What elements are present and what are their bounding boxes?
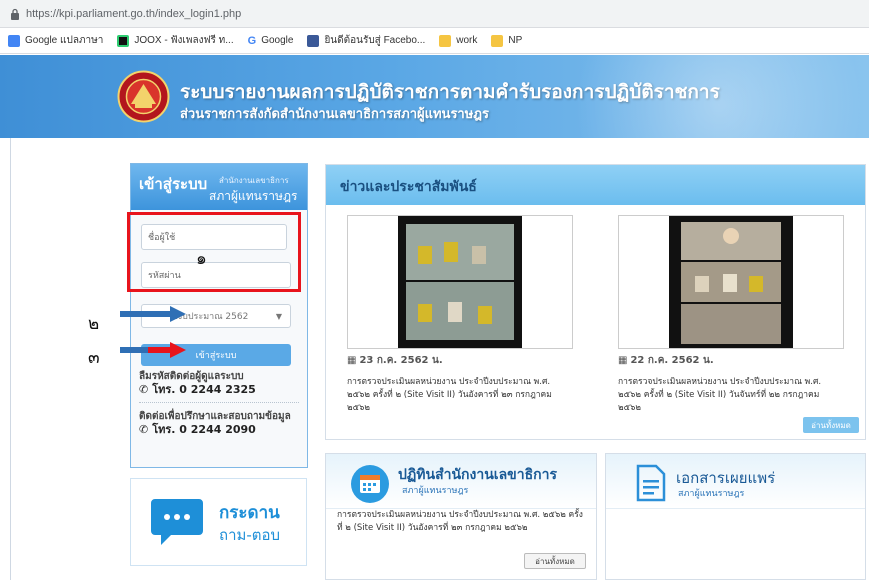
- publications-header: เอกสารเผยแพร่ สภาผู้แทนราษฎร: [606, 454, 865, 509]
- publications-subtitle: สภาผู้แทนราษฎร: [678, 489, 745, 499]
- news-text: การตรวจประเมินผลหน่วยงาน ประจำปีงบประมาณ…: [618, 377, 822, 413]
- site-subtitle: ส่วนราชการสังกัดสำนักงานเลขาธิการสภาผู้แ…: [180, 107, 490, 122]
- news-photo: [669, 216, 793, 348]
- address-bar[interactable]: https://kpi.parliament.go.th/index_login…: [0, 0, 869, 28]
- calendar-icon: ▦: [347, 355, 357, 366]
- login-org-large: สภาผู้แทนราษฎร: [209, 189, 298, 203]
- credentials-highlight-box: [127, 212, 301, 292]
- phone-icon: ✆: [139, 383, 149, 396]
- activity-header: ปฏิทินสำนักงานเลขาธิการ สภาผู้แทนราษฎร: [326, 454, 596, 509]
- calendar-icon: [351, 465, 389, 503]
- login-org-small: สำนักงานเลขาธิการ: [219, 176, 289, 185]
- news-title: ข่าวและประชาสัมพันธ์: [340, 179, 477, 195]
- joox-icon: [117, 34, 130, 47]
- google-icon: G: [247, 34, 257, 47]
- news-date: ▦ 22 ก.ค. 2562 น.: [618, 355, 714, 366]
- login-header: เข้าสู่ระบบ สำนักงานเลขาธิการ สภาผู้แทนร…: [131, 164, 307, 210]
- divider: [139, 402, 299, 403]
- bookmarks-bar: Google แปลภาษา JOOX - ฟังเพลงฟรี ท... G …: [0, 28, 869, 54]
- qa-title-line1: กระดาน: [219, 503, 280, 523]
- folder-icon: [439, 34, 452, 47]
- news-thumbnail[interactable]: [618, 215, 844, 349]
- activity-text: การตรวจประเมินผลหน่วยงาน ประจำปีงบประมาณ…: [337, 510, 583, 533]
- chevron-down-icon: ▼: [275, 312, 282, 321]
- forgot-contact: ลืมรหัสติดต่อผู้ดูแลระบบ ✆ โทร. 0 2244 2…: [139, 371, 256, 396]
- document-icon: [636, 464, 666, 502]
- news-item[interactable]: ▦ 23 ก.ค. 2562 น. การตรวจประเมินผลหน่วยง…: [347, 215, 573, 415]
- news-read-all-button[interactable]: อ่านทั้งหมด: [803, 417, 859, 433]
- consult-contact: ติดต่อเพื่อปรึกษาและสอบถามข้อมูล ✆ โทร. …: [139, 411, 291, 436]
- qa-board-banner[interactable]: กระดาน ถาม-ตอบ: [130, 478, 307, 566]
- chat-bubble-icon: [151, 499, 203, 545]
- annotation-three: ๓: [88, 348, 100, 368]
- facebook-icon: [307, 34, 320, 47]
- publications-section: เอกสารเผยแพร่ สภาผู้แทนราษฎร: [605, 453, 866, 580]
- calendar-icon: ▦: [618, 355, 628, 366]
- annotation-one: ๑: [196, 249, 207, 269]
- news-item[interactable]: ▦ 22 ก.ค. 2562 น. การตรวจประเมินผลหน่วยง…: [618, 215, 844, 415]
- news-date: ▦ 23 ก.ค. 2562 น.: [347, 355, 443, 366]
- phone-icon: ✆: [139, 423, 149, 436]
- bookmark-facebook[interactable]: ยินดีต้อนรับสู่ Facebo...: [307, 33, 425, 48]
- site-header: ระบบรายงานผลการปฏิบัติราชการตามคำรับรองก…: [0, 55, 869, 138]
- login-heading: เข้าสู่ระบบ: [139, 175, 208, 193]
- activity-read-all-button[interactable]: อ่านทั้งหมด: [524, 553, 586, 569]
- bookmark-google[interactable]: G Google: [248, 35, 294, 47]
- folder-icon: [491, 34, 504, 47]
- bookmark-joox[interactable]: JOOX - ฟังเพลงฟรี ท...: [117, 33, 234, 48]
- frame-border: [10, 138, 11, 580]
- bookmark-translate[interactable]: Google แปลภาษา: [8, 33, 103, 48]
- news-photo: [398, 216, 522, 348]
- parliament-emblem-icon: [117, 70, 170, 123]
- lock-icon: [11, 8, 19, 20]
- news-section: ข่าวและประชาสัมพันธ์ ▦ 23 ก.ค. 2562 น. ก…: [325, 164, 866, 440]
- google-translate-icon: [8, 34, 20, 47]
- url-text: https://kpi.parliament.go.th/index_login…: [26, 7, 242, 20]
- activity-subtitle: สภาผู้แทนราษฎร: [402, 486, 469, 496]
- arrow-right-icon: [120, 342, 186, 358]
- activity-calendar-section: ปฏิทินสำนักงานเลขาธิการ สภาผู้แทนราษฎร ก…: [325, 453, 597, 580]
- news-header: ข่าวและประชาสัมพันธ์: [326, 165, 865, 205]
- bookmark-work[interactable]: work: [439, 34, 477, 47]
- annotation-two: ๒: [88, 314, 100, 334]
- bookmark-np[interactable]: NP: [491, 34, 522, 47]
- qa-title-line2: ถาม-ตอบ: [219, 526, 281, 544]
- news-text: การตรวจประเมินผลหน่วยงาน ประจำปีงบประมาณ…: [347, 377, 552, 413]
- arrow-right-icon: [120, 306, 186, 322]
- news-thumbnail[interactable]: [347, 215, 573, 349]
